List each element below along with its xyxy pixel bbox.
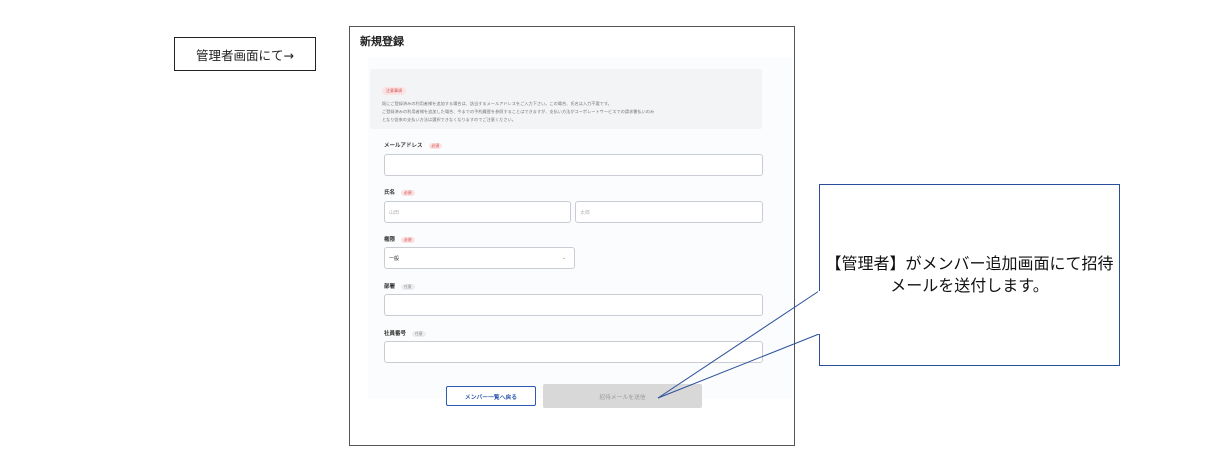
callout-pointer-line bbox=[657, 333, 820, 399]
callout-pointer bbox=[657, 290, 820, 399]
callout-pointer-line bbox=[657, 290, 820, 399]
